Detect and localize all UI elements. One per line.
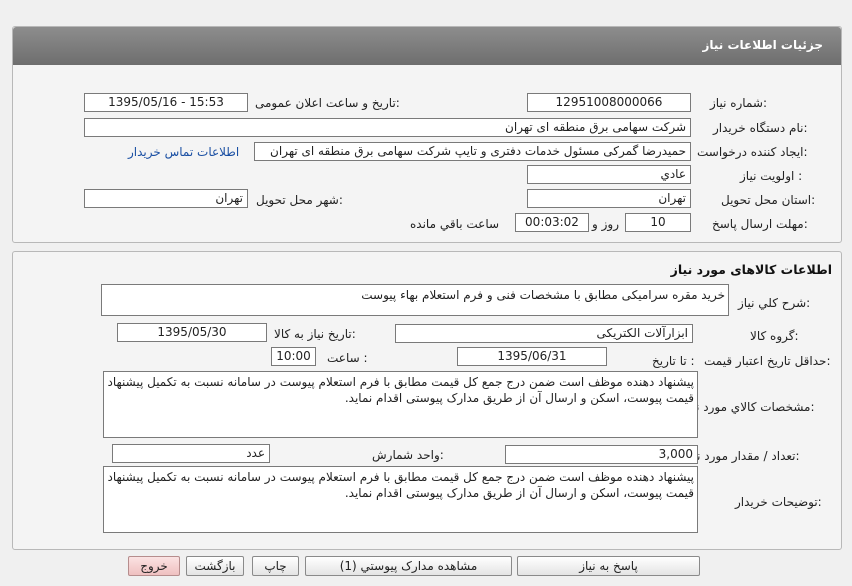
unit-label: واحد شمارش: <box>372 448 444 462</box>
back-button[interactable]: بازگشت <box>186 556 244 576</box>
deadline-days-field[interactable]: 10 <box>625 213 691 232</box>
goods-group-field[interactable]: ابزارآلات الکتریکی <box>395 324 693 343</box>
summary-label: شرح کلي نیاز: <box>738 296 811 310</box>
exit-button[interactable]: خروج <box>128 556 180 576</box>
creator-field[interactable]: حمیدرضا گمرکی مسئول خدمات دفتری و تایپ ش… <box>254 142 691 161</box>
creator-label: ایجاد کننده درخواست: <box>697 145 808 159</box>
respond-button[interactable]: پاسخ به نیاز <box>517 556 700 576</box>
unit-field[interactable]: عدد <box>112 444 270 463</box>
announce-datetime-field[interactable]: 1395/05/16 - 15:53 <box>84 93 248 112</box>
qty-field[interactable]: 3,000 <box>505 445 698 464</box>
until-date-field[interactable]: 1395/06/31 <box>457 347 607 366</box>
spec-field[interactable]: پیشنهاد دهنده موظف است ضمن درج جمع کل قی… <box>103 371 698 438</box>
min-validity-label: حداقل تاریخ اعتبار قیمت: <box>704 354 831 368</box>
deadline-label: مهلت ارسال پاسخ: <box>712 217 808 231</box>
summary-field[interactable]: خرید مقره سرامیکی مطابق با مشخصات فنی و … <box>101 284 729 316</box>
buyer-contact-link[interactable]: اطلاعات تماس خریدار <box>128 145 239 159</box>
buyer-org-field[interactable]: شرکت سهامی برق منطقه ای تهران <box>84 118 691 137</box>
until-date-label: تا تاریخ : <box>652 354 695 368</box>
qty-label: تعداد / مقدار مورد نیاز: <box>684 449 800 463</box>
goods-group-label: گروه کالا: <box>750 329 799 343</box>
deadline-days-unit: روز و <box>592 217 619 231</box>
view-attachments-button[interactable]: مشاهده مدارک پیوستي (1) <box>305 556 512 576</box>
buyer-notes-field[interactable]: پیشنهاد دهنده موظف است ضمن درج جمع کل قی… <box>103 466 698 533</box>
need-number-field[interactable]: 12951008000066 <box>527 93 691 112</box>
announce-datetime-label: تاریخ و ساعت اعلان عمومی: <box>255 96 400 110</box>
need-date-field[interactable]: 1395/05/30 <box>117 323 267 342</box>
page-title: جزئیات اطلاعات نیاز <box>702 38 823 52</box>
print-button[interactable]: چاپ <box>252 556 299 576</box>
city-label: شهر محل تحویل: <box>256 193 343 207</box>
province-label: استان محل تحویل: <box>721 193 816 207</box>
province-field[interactable]: تهران <box>527 189 691 208</box>
priority-label: اولویت نیاز : <box>740 169 803 183</box>
need-number-label: شماره نیاز: <box>710 96 768 110</box>
goods-section-title: اطلاعات کالاهای مورد نیاز <box>670 262 832 277</box>
buyer-notes-label: توضیحات خریدار: <box>735 495 822 509</box>
hour-field[interactable]: 10:00 <box>271 347 316 366</box>
buyer-org-label: نام دستگاه خریدار: <box>713 121 808 135</box>
priority-field[interactable]: عادي <box>527 165 691 184</box>
city-field[interactable]: تهران <box>84 189 248 208</box>
deadline-remaining-label: ساعت باقي مانده <box>410 217 500 231</box>
panel-header: جزئیات اطلاعات نیاز <box>13 27 841 65</box>
hour-label: ساعت : <box>327 351 368 365</box>
spec-label: مشخصات کالاي مورد نیاز: <box>683 400 815 414</box>
need-date-label: تاریخ نیاز به کالا: <box>274 327 356 341</box>
deadline-time-field[interactable]: 00:03:02 <box>515 213 589 232</box>
